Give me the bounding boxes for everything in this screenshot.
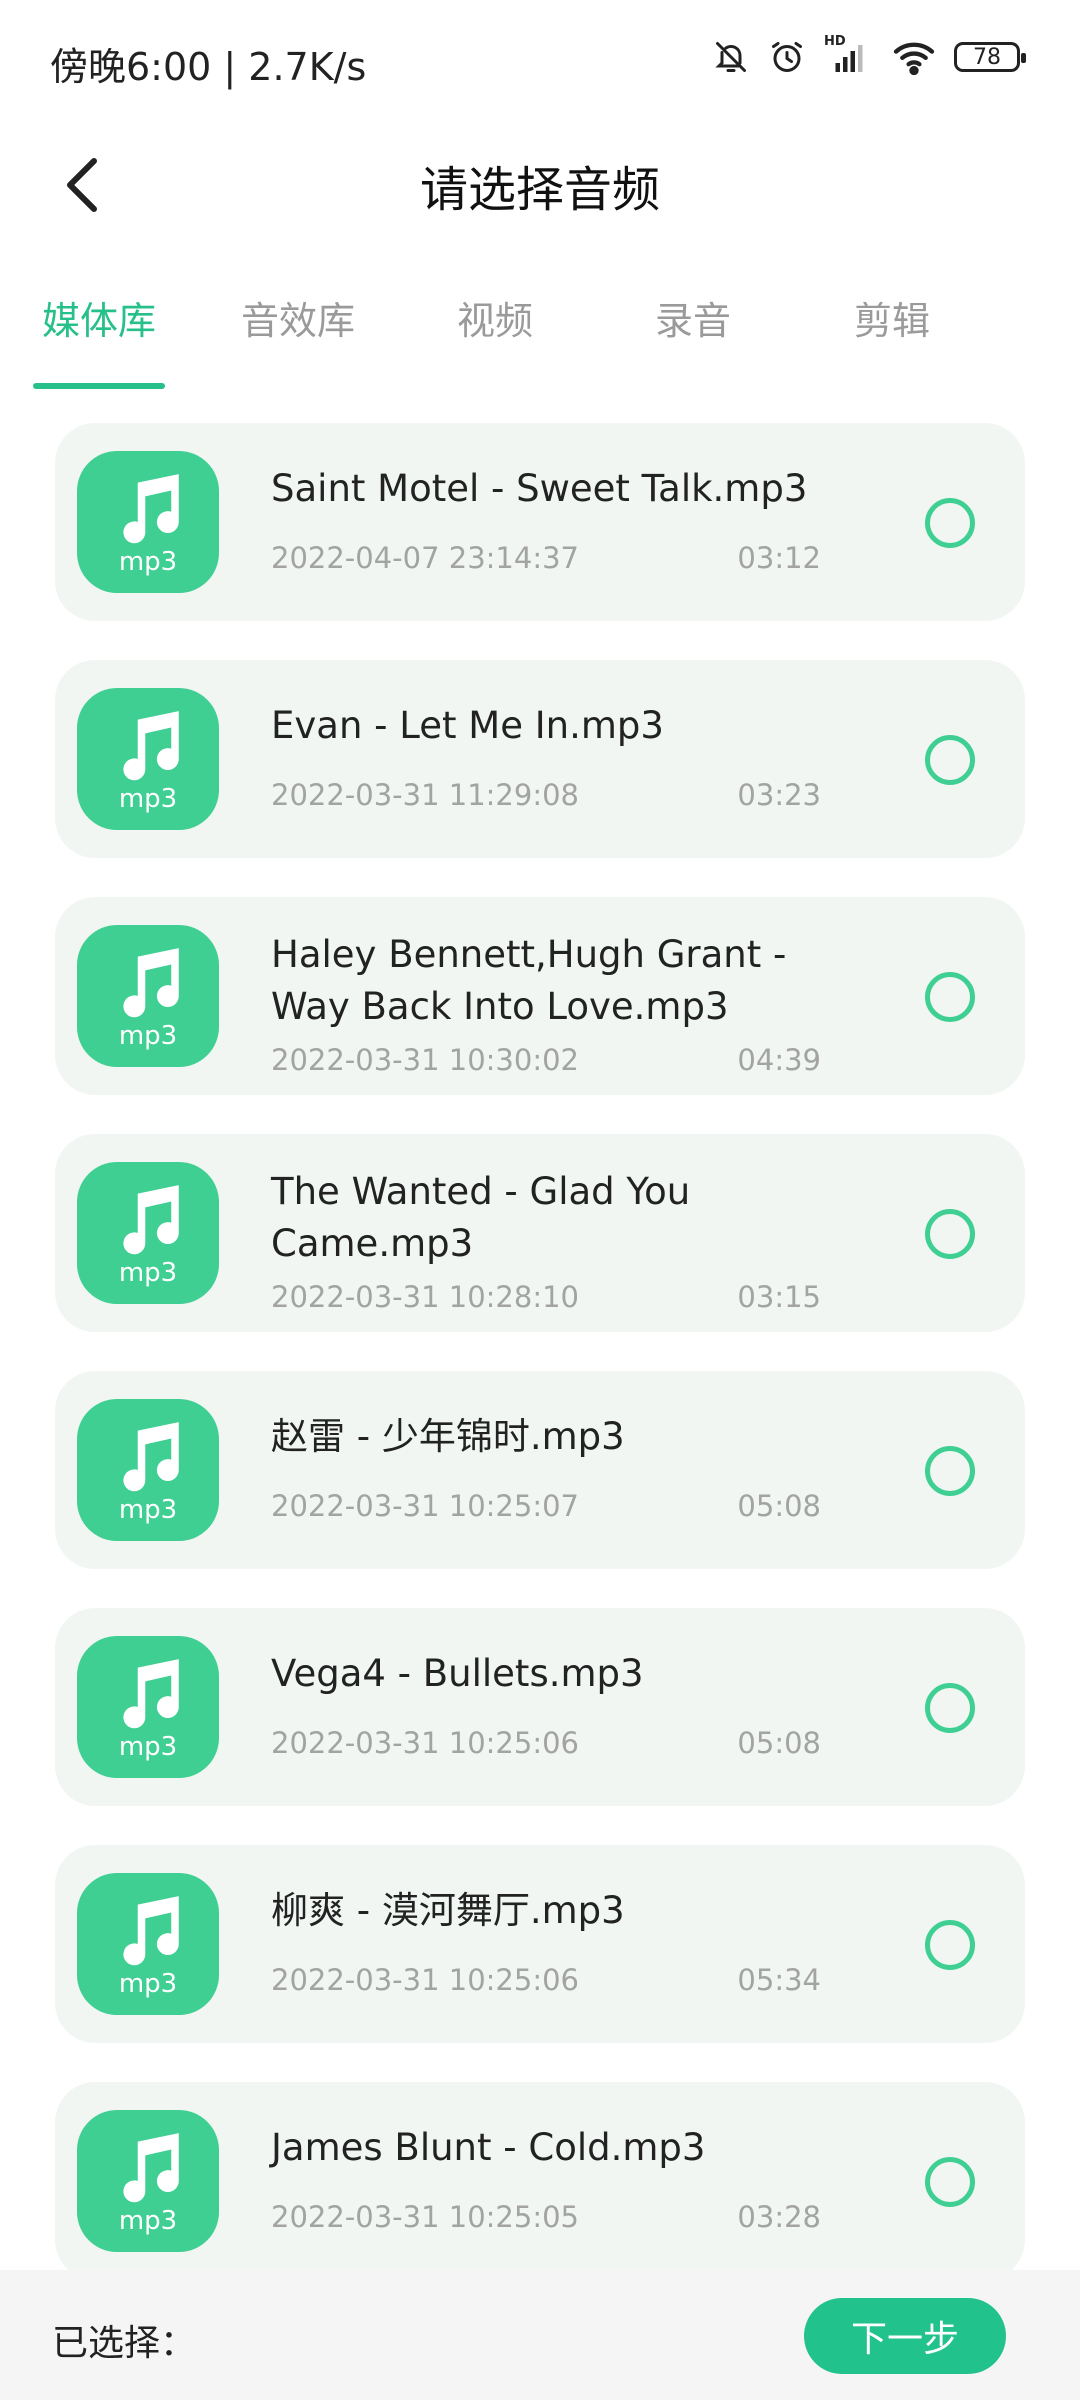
active-tab-indicator xyxy=(33,383,165,389)
music-note-icon xyxy=(123,1185,179,1255)
status-bar: 傍晚6:00 | 2.7K/s HD 78 xyxy=(0,0,1080,120)
bottom-bar: 已选择： 下一步 xyxy=(0,2270,1080,2400)
list-item[interactable]: mp3 Evan - Let Me In.mp3 2022-03-31 11:2… xyxy=(55,660,1025,858)
status-icons: HD 78 xyxy=(712,34,1026,76)
music-note-icon xyxy=(123,948,179,1018)
select-radio[interactable] xyxy=(925,498,975,548)
audio-title: Haley Bennett,Hugh Grant - Way Back Into… xyxy=(271,933,787,1028)
audio-thumbnail: mp3 xyxy=(77,1873,219,2015)
audio-title: Evan - Let Me In.mp3 xyxy=(271,704,664,747)
list-item[interactable]: mp3 Vega4 - Bullets.mp3 2022-03-31 10:25… xyxy=(55,1608,1025,1806)
audio-duration: 05:34 xyxy=(737,1963,821,1997)
audio-title: Saint Motel - Sweet Talk.mp3 xyxy=(271,467,808,510)
audio-title: 柳爽 - 漠河舞厅.mp3 xyxy=(271,1889,625,1932)
mute-bell-icon xyxy=(712,38,750,76)
audio-thumbnail: mp3 xyxy=(77,1636,219,1778)
select-radio[interactable] xyxy=(925,1446,975,1496)
format-label: mp3 xyxy=(118,1969,178,1999)
audio-duration: 05:08 xyxy=(737,1726,821,1760)
audio-date: 2022-03-31 10:25:06 xyxy=(271,1963,579,1997)
audio-thumbnail: mp3 xyxy=(77,1399,219,1541)
format-label: mp3 xyxy=(118,2206,178,2236)
list-item[interactable]: mp3 赵雷 - 少年锦时.mp3 2022-03-31 10:25:07 05… xyxy=(55,1371,1025,1569)
battery-icon: 78 xyxy=(954,42,1026,72)
list-item[interactable]: mp3 The Wanted - Glad You Came.mp3 2022-… xyxy=(55,1134,1025,1332)
list-item[interactable]: mp3 柳爽 - 漠河舞厅.mp3 2022-03-31 10:25:06 05… xyxy=(55,1845,1025,2043)
select-radio[interactable] xyxy=(925,2157,975,2207)
select-radio[interactable] xyxy=(925,1209,975,1259)
audio-title: The Wanted - Glad You Came.mp3 xyxy=(271,1170,691,1265)
format-label: mp3 xyxy=(118,547,178,577)
tab-media-library[interactable]: 媒体库 xyxy=(29,290,169,345)
page-title: 请选择音频 xyxy=(419,162,660,218)
audio-duration: 05:08 xyxy=(737,1489,821,1523)
audio-thumbnail: mp3 xyxy=(77,925,219,1067)
music-note-icon xyxy=(123,1659,179,1729)
next-step-button[interactable]: 下一步 xyxy=(804,2298,1006,2374)
alarm-icon xyxy=(768,38,806,76)
select-radio[interactable] xyxy=(925,735,975,785)
status-time: 傍晚6:00 | 2.7K/s xyxy=(50,45,367,89)
audio-duration: 03:12 xyxy=(737,541,821,575)
format-label: mp3 xyxy=(118,1495,178,1525)
tab-edit[interactable]: 剪辑 xyxy=(822,290,962,345)
select-radio[interactable] xyxy=(925,972,975,1022)
header: 请选择音频 xyxy=(0,130,1080,240)
audio-date: 2022-03-31 10:30:02 xyxy=(271,1043,579,1077)
tab-recording[interactable]: 录音 xyxy=(623,290,763,345)
audio-thumbnail: mp3 xyxy=(77,2110,219,2252)
audio-date: 2022-03-31 10:25:05 xyxy=(271,2200,579,2234)
tab-sound-effects[interactable]: 音效库 xyxy=(228,290,368,345)
signal-hd-icon: HD xyxy=(824,34,874,76)
music-note-icon xyxy=(123,711,179,781)
audio-duration: 03:15 xyxy=(737,1280,821,1314)
list-item[interactable]: mp3 James Blunt - Cold.mp3 2022-03-31 10… xyxy=(55,2082,1025,2280)
audio-title: James Blunt - Cold.mp3 xyxy=(271,2126,706,2169)
audio-title: Vega4 - Bullets.mp3 xyxy=(271,1652,644,1695)
audio-thumbnail: mp3 xyxy=(77,1162,219,1304)
wifi-icon xyxy=(892,38,936,76)
audio-list: mp3 Saint Motel - Sweet Talk.mp3 2022-04… xyxy=(55,423,1025,2319)
select-radio[interactable] xyxy=(925,1683,975,1733)
select-radio[interactable] xyxy=(925,1920,975,1970)
format-label: mp3 xyxy=(118,1021,178,1051)
list-item[interactable]: mp3 Haley Bennett,Hugh Grant - Way Back … xyxy=(55,897,1025,1095)
audio-date: 2022-03-31 10:25:07 xyxy=(271,1489,579,1523)
audio-date: 2022-04-07 23:14:37 xyxy=(271,541,579,575)
format-label: mp3 xyxy=(118,1732,178,1762)
audio-date: 2022-03-31 10:28:10 xyxy=(271,1280,579,1314)
audio-thumbnail: mp3 xyxy=(77,688,219,830)
audio-duration: 03:28 xyxy=(737,2200,821,2234)
music-note-icon xyxy=(123,1896,179,1966)
audio-duration: 04:39 xyxy=(737,1043,821,1077)
hd-label: HD xyxy=(824,34,846,49)
music-note-icon xyxy=(123,474,179,544)
list-item[interactable]: mp3 Saint Motel - Sweet Talk.mp3 2022-04… xyxy=(55,423,1025,621)
battery-level: 78 xyxy=(973,44,1001,70)
tab-bar: 媒体库 音效库 视频 录音 剪辑 xyxy=(0,290,1080,390)
tab-video[interactable]: 视频 xyxy=(425,290,565,345)
audio-date: 2022-03-31 11:29:08 xyxy=(271,778,579,812)
music-note-icon xyxy=(123,1422,179,1492)
audio-thumbnail: mp3 xyxy=(77,451,219,593)
audio-title: 赵雷 - 少年锦时.mp3 xyxy=(271,1415,625,1458)
audio-duration: 03:23 xyxy=(737,778,821,812)
music-note-icon xyxy=(123,2133,179,2203)
format-label: mp3 xyxy=(118,784,178,814)
audio-date: 2022-03-31 10:25:06 xyxy=(271,1726,579,1760)
selected-label: 已选择： xyxy=(52,2323,197,2364)
format-label: mp3 xyxy=(118,1258,178,1288)
